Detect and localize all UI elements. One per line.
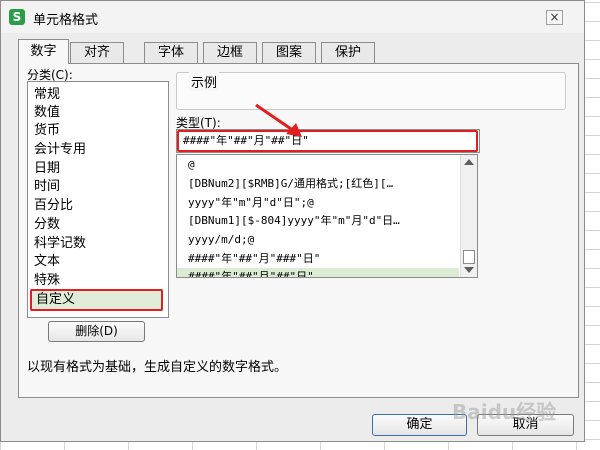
close-button[interactable]: × (546, 10, 563, 25)
format-item[interactable]: [DBNum1][$-804]yyyy"年"m"月"d"日… (177, 212, 459, 230)
category-item-general[interactable]: 常规 (34, 86, 60, 104)
delete-button[interactable]: 删除(D) (48, 321, 145, 342)
format-item-selected[interactable]: ####"年"##"月"##"日" (177, 268, 459, 277)
category-item-time[interactable]: 时间 (34, 178, 60, 196)
tab-border[interactable]: 边框 (203, 42, 257, 63)
type-input[interactable]: ####"年"##"月"##"日" (177, 130, 478, 152)
format-cells-dialog: S 单元格格式 × 数字 对齐 字体 边框 图案 保护 分类(C): 常规 数值… (0, 0, 585, 442)
tab-pattern[interactable]: 图案 (262, 42, 316, 63)
category-item-scientific[interactable]: 科学记数 (34, 235, 86, 253)
baidu-watermark: Baidu经验 (452, 400, 557, 424)
format-list[interactable]: @ [DBNum2][$RMB]G/通用格式;[红色][… yyyy"年"m"月… (176, 154, 478, 278)
category-item-percentage[interactable]: 百分比 (34, 197, 73, 215)
sample-label: 示例 (189, 72, 220, 91)
dialog-title: 单元格格式 (33, 13, 99, 28)
category-item-text[interactable]: 文本 (34, 253, 60, 271)
category-item-currency[interactable]: 货币 (34, 122, 60, 140)
category-item-date[interactable]: 日期 (34, 160, 60, 178)
category-item-accounting[interactable]: 会计专用 (34, 141, 86, 159)
category-item-special[interactable]: 特殊 (34, 272, 60, 290)
scrollbar-thumb[interactable] (463, 250, 475, 264)
scroll-up-arrow-icon[interactable] (464, 159, 474, 165)
sample-group: 示例 (176, 72, 566, 110)
format-item[interactable]: yyyy/m/d;@ (177, 231, 459, 249)
category-item-fraction[interactable]: 分数 (34, 216, 60, 234)
format-item[interactable]: ####"年"##"月"###"日" (177, 250, 459, 268)
title-bar: S 单元格格式 × (1, 1, 584, 33)
format-list-scrollbar[interactable] (460, 155, 477, 277)
annotation-arrow-icon (255, 103, 302, 137)
tab-protection[interactable]: 保护 (321, 42, 375, 63)
app-logo-icon: S (9, 9, 25, 25)
scroll-down-arrow-icon[interactable] (464, 267, 474, 273)
tab-alignment[interactable]: 对齐 (70, 42, 124, 63)
category-item-custom[interactable]: 自定义 (30, 289, 163, 311)
format-item[interactable]: @ (177, 156, 459, 174)
tab-number[interactable]: 数字 (18, 39, 69, 64)
format-description: 以现有格式为基础，生成自定义的数字格式。 (27, 360, 288, 375)
category-item-number[interactable]: 数值 (34, 104, 60, 122)
tab-font[interactable]: 字体 (144, 42, 198, 63)
format-item[interactable]: yyyy"年"m"月"d"日";@ (177, 194, 459, 212)
format-item[interactable]: [DBNum2][$RMB]G/通用格式;[红色][… (177, 175, 459, 193)
category-list[interactable]: 常规 数值 货币 会计专用 日期 时间 百分比 分数 科学记数 文本 特殊 自定… (27, 81, 169, 318)
